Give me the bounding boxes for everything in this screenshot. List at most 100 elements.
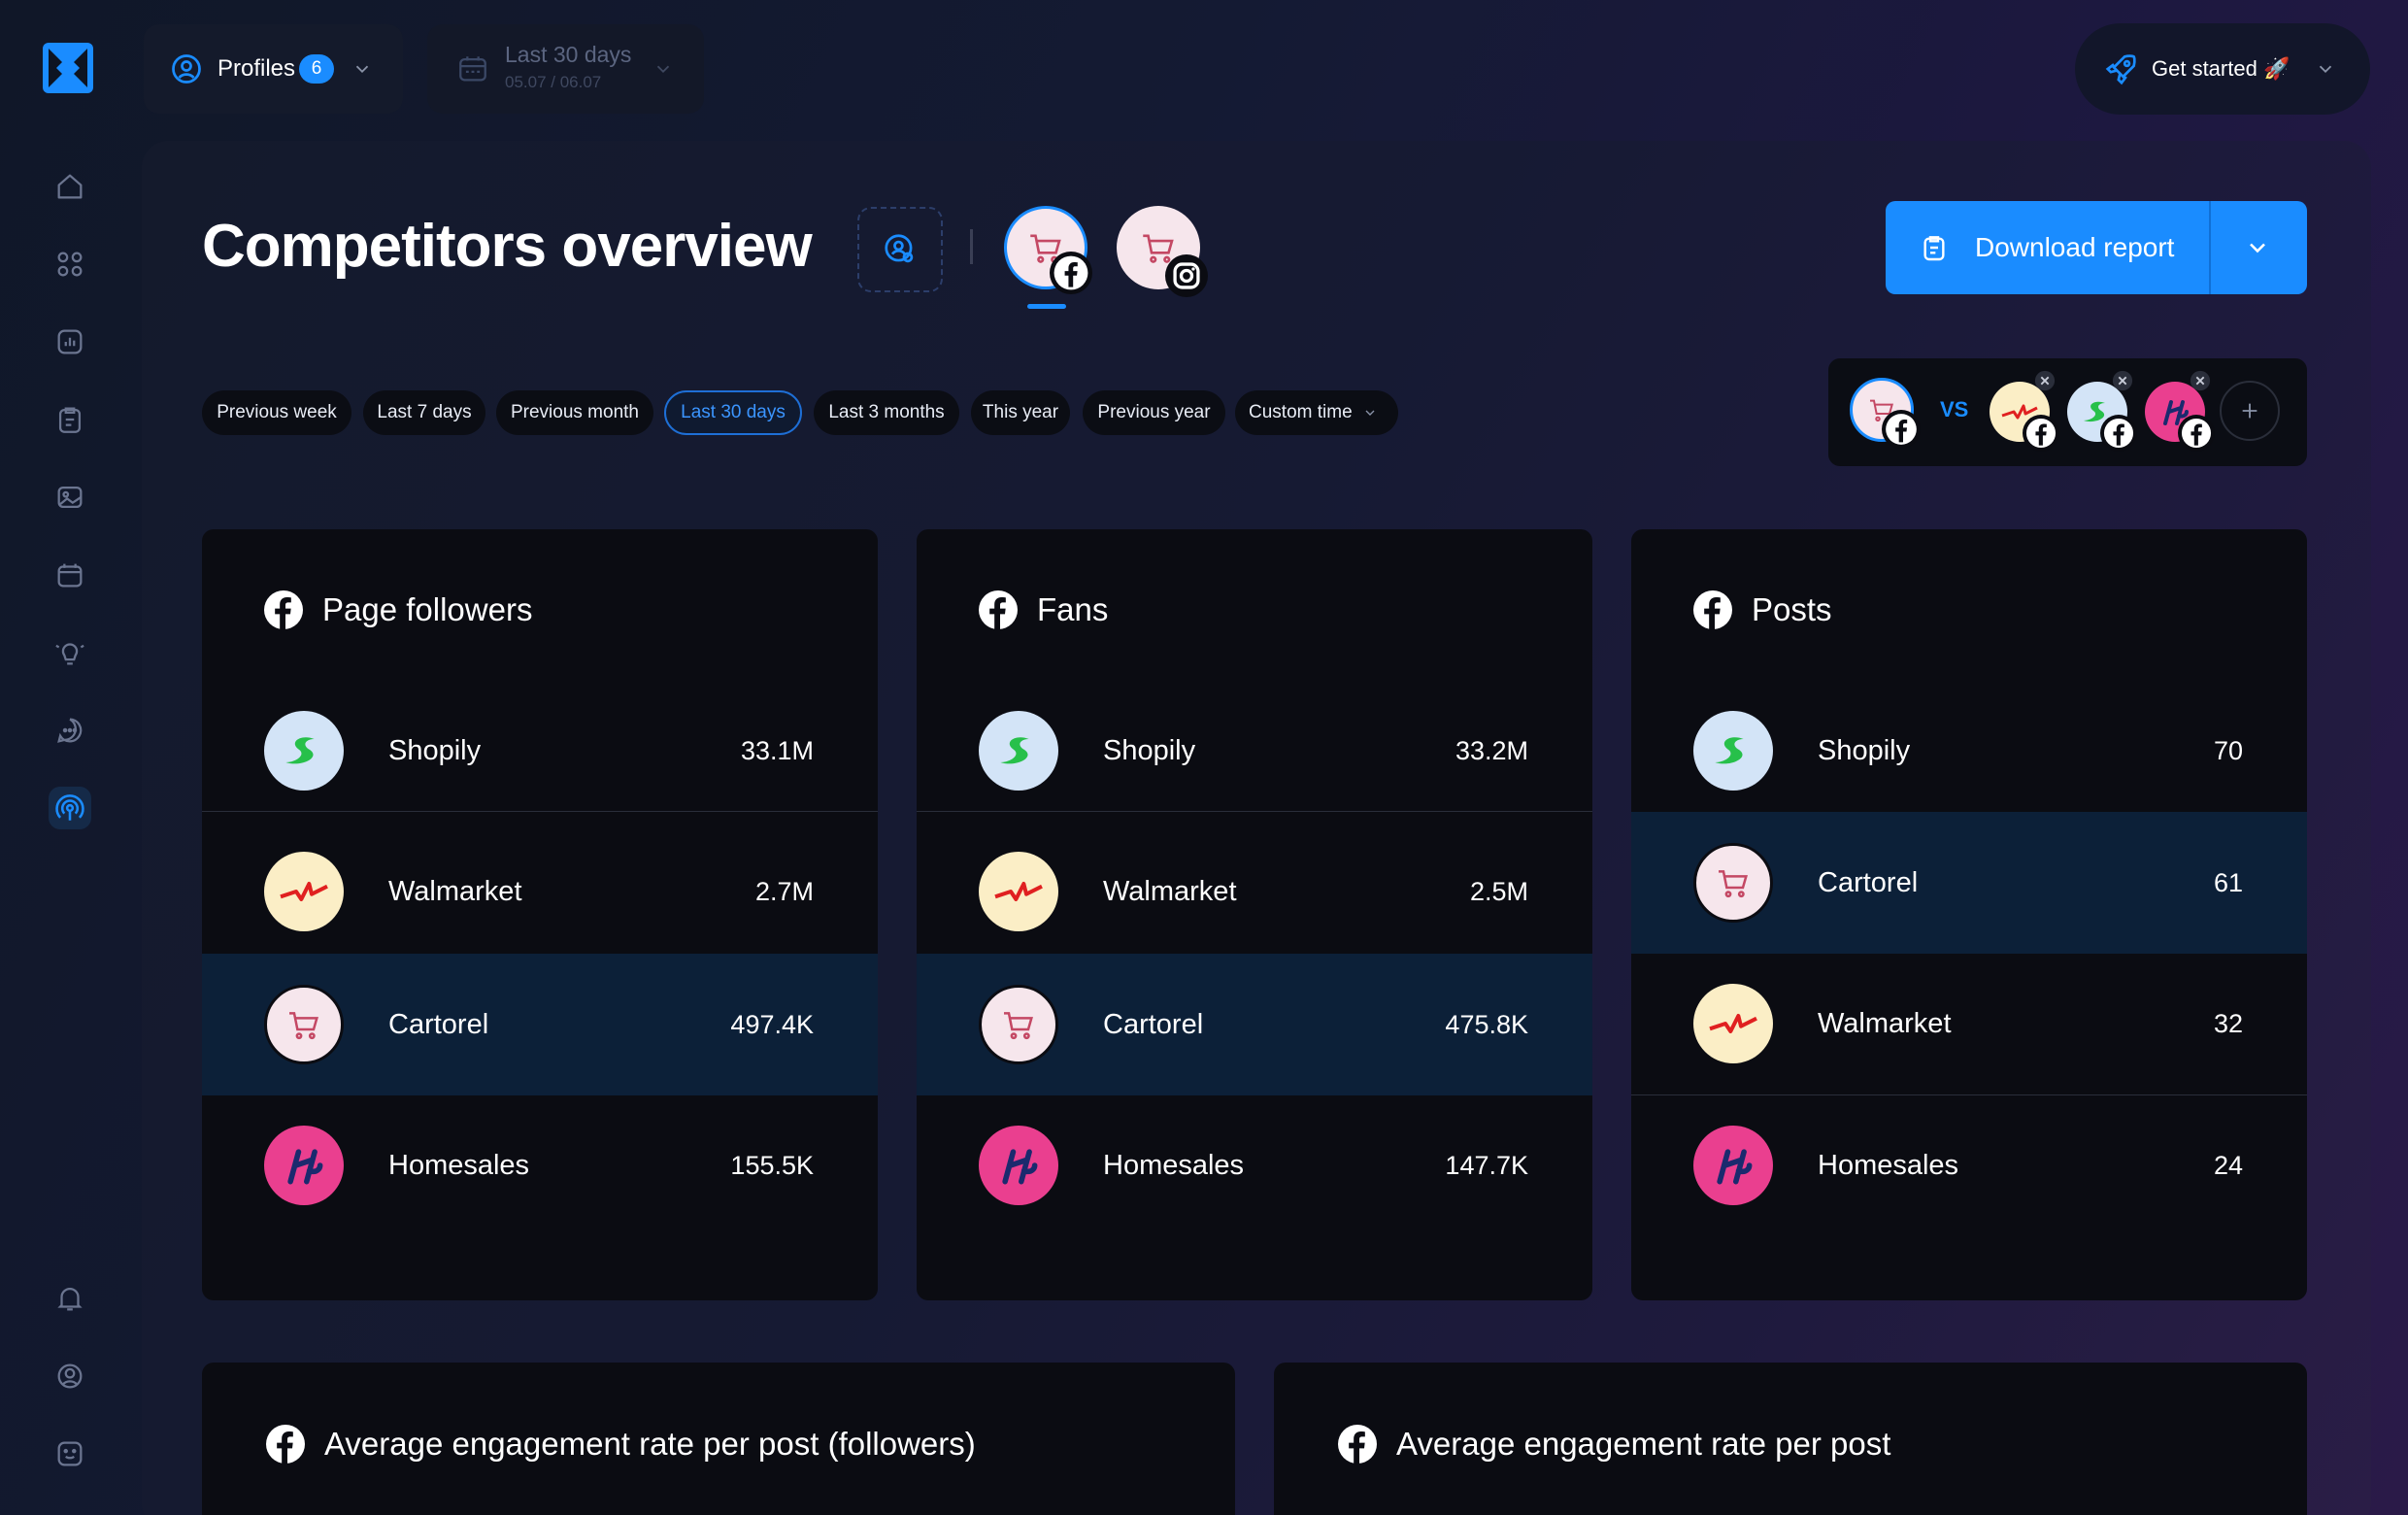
grid-icon[interactable] bbox=[49, 243, 91, 286]
custom-time-label: Custom time bbox=[1249, 402, 1353, 422]
row-name: Shopily bbox=[1103, 734, 1196, 766]
sidebar bbox=[0, 0, 141, 1515]
walmarket-avatar bbox=[1693, 984, 1773, 1063]
page-followers-card: Page followers Shopily 33.1M Walmarket 2… bbox=[202, 529, 878, 1300]
table-row[interactable]: Walmarket 32 bbox=[1631, 954, 2307, 1094]
remove-competitor-icon[interactable] bbox=[2034, 370, 2056, 391]
filter-chip[interactable]: Last 7 days bbox=[363, 390, 485, 435]
table-row-highlighted[interactable]: Cartorel 475.8K bbox=[917, 954, 1592, 1095]
instagram-badge-icon bbox=[1165, 254, 1208, 297]
get-started-button[interactable]: Get started 🚀 bbox=[2075, 23, 2370, 115]
download-report-button[interactable]: Download report bbox=[1886, 201, 2307, 294]
add-competitor-button[interactable] bbox=[2220, 381, 2280, 441]
walmarket-logo-icon bbox=[1709, 1014, 1757, 1033]
table-row-highlighted[interactable]: Cartorel 61 bbox=[1631, 812, 2307, 954]
calendar-icon bbox=[459, 56, 486, 82]
competitor-avatar-homesales[interactable] bbox=[2145, 370, 2215, 452]
support-icon[interactable] bbox=[49, 1432, 91, 1475]
compare-bar: VS bbox=[1828, 358, 2307, 466]
row-value: 2.7M bbox=[754, 876, 814, 906]
card-title: Page followers bbox=[322, 591, 533, 627]
competitor-avatar-shopily[interactable] bbox=[2067, 370, 2137, 452]
row-value: 33.2M bbox=[1455, 735, 1528, 765]
filter-chip[interactable]: Previous month bbox=[496, 390, 653, 435]
facebook-badge-icon bbox=[1882, 410, 1921, 449]
table-row[interactable]: Shopily 70 bbox=[1631, 681, 2307, 821]
custom-time-dropdown[interactable]: Custom time bbox=[1235, 390, 1398, 435]
filter-chip[interactable]: Previous week bbox=[202, 390, 351, 435]
card-title: Fans bbox=[1037, 591, 1109, 627]
analytics-icon[interactable] bbox=[49, 320, 91, 363]
profiles-dropdown[interactable]: Profiles 6 bbox=[144, 24, 403, 114]
facebook-icon bbox=[1693, 590, 1732, 629]
card-title: Posts bbox=[1752, 591, 1832, 627]
table-row[interactable]: Shopily 33.1M bbox=[202, 681, 878, 821]
posts-card: Posts Shopily 70 Cartorel 61 Walmarket 3… bbox=[1631, 529, 2307, 1300]
homesales-avatar bbox=[264, 1126, 344, 1205]
active-tab-indicator bbox=[1027, 304, 1066, 309]
facebook-badge-icon bbox=[1050, 252, 1092, 294]
filter-chip[interactable]: Previous year bbox=[1083, 390, 1225, 435]
plus-icon bbox=[2242, 403, 2258, 419]
table-row[interactable]: Homesales 155.5K bbox=[202, 1095, 878, 1235]
facebook-icon bbox=[264, 590, 303, 629]
row-name: Cartorel bbox=[1818, 866, 1919, 898]
date-range-dropdown[interactable]: Last 30 days 05.07 / 06.07 bbox=[427, 24, 704, 114]
shopily-avatar bbox=[979, 711, 1058, 791]
table-row[interactable]: Walmarket 2.5M bbox=[917, 822, 1592, 961]
account-search-icon bbox=[885, 234, 914, 263]
row-divider bbox=[202, 811, 878, 812]
card-header: Posts bbox=[1693, 590, 1832, 629]
row-name: Walmarket bbox=[1103, 875, 1237, 907]
homesales-logo-icon bbox=[287, 1149, 323, 1185]
bell-icon[interactable] bbox=[49, 1277, 91, 1320]
cartorel-avatar bbox=[264, 985, 344, 1064]
account-icon[interactable] bbox=[49, 1355, 91, 1397]
table-row[interactable]: Walmarket 2.7M bbox=[202, 822, 878, 961]
messages-icon[interactable] bbox=[49, 709, 91, 752]
table-row[interactable]: Shopily 33.2M bbox=[917, 681, 1592, 821]
chevron-down-icon[interactable] bbox=[2244, 234, 2271, 261]
ideas-icon[interactable] bbox=[49, 631, 91, 674]
listening-icon[interactable] bbox=[49, 787, 91, 829]
profiles-label: Profiles bbox=[217, 55, 296, 82]
app-logo[interactable] bbox=[43, 43, 93, 93]
report-icon bbox=[1923, 236, 1945, 261]
profile-icon bbox=[172, 54, 201, 84]
rocket-icon bbox=[2105, 54, 2136, 85]
row-value: 33.1M bbox=[740, 735, 814, 765]
clipboard-icon[interactable] bbox=[49, 398, 91, 441]
competitor-avatar-walmarket[interactable] bbox=[1990, 370, 2059, 452]
row-name: Walmarket bbox=[1818, 1007, 1952, 1039]
cart-icon bbox=[1719, 870, 1748, 898]
row-value: 155.5K bbox=[730, 1150, 814, 1180]
calendar-icon[interactable] bbox=[49, 554, 91, 596]
remove-competitor-icon[interactable] bbox=[2112, 370, 2133, 391]
card-header: Average engagement rate per post (follow… bbox=[266, 1425, 976, 1464]
get-started-label: Get started 🚀 bbox=[2152, 56, 2291, 81]
row-value: 70 bbox=[2213, 735, 2243, 765]
chevron-down-icon bbox=[1365, 410, 1375, 416]
app-frame: Profiles 6 Last 30 days 05.07 / 06.07 Ge… bbox=[0, 0, 2408, 1515]
table-row[interactable]: Homesales 147.7K bbox=[917, 1095, 1592, 1235]
tab-facebook-account[interactable] bbox=[1004, 206, 1092, 294]
account-selector-button[interactable] bbox=[857, 207, 943, 292]
table-row-highlighted[interactable]: Cartorel 497.4K bbox=[202, 954, 878, 1095]
facebook-badge-icon bbox=[2100, 415, 2137, 452]
home-icon[interactable] bbox=[49, 165, 91, 208]
filter-chip-active[interactable]: Last 30 days bbox=[664, 390, 802, 435]
remove-competitor-icon[interactable] bbox=[2190, 370, 2211, 391]
filter-chip[interactable]: Last 3 months bbox=[814, 390, 959, 435]
table-row[interactable]: Homesales 24 bbox=[1631, 1095, 2307, 1235]
profiles-count-badge: 6 bbox=[299, 54, 334, 84]
tab-instagram-account[interactable] bbox=[1117, 206, 1208, 297]
row-name: Cartorel bbox=[1103, 1008, 1204, 1040]
walmarket-avatar bbox=[264, 852, 344, 931]
page-title: Competitors overview bbox=[202, 213, 813, 280]
divider bbox=[970, 229, 973, 264]
row-value: 147.7K bbox=[1445, 1150, 1528, 1180]
filter-chip[interactable]: This year bbox=[971, 390, 1070, 435]
own-account-avatar[interactable] bbox=[1850, 378, 1921, 449]
row-name: Cartorel bbox=[388, 1008, 489, 1040]
media-icon[interactable] bbox=[49, 476, 91, 519]
